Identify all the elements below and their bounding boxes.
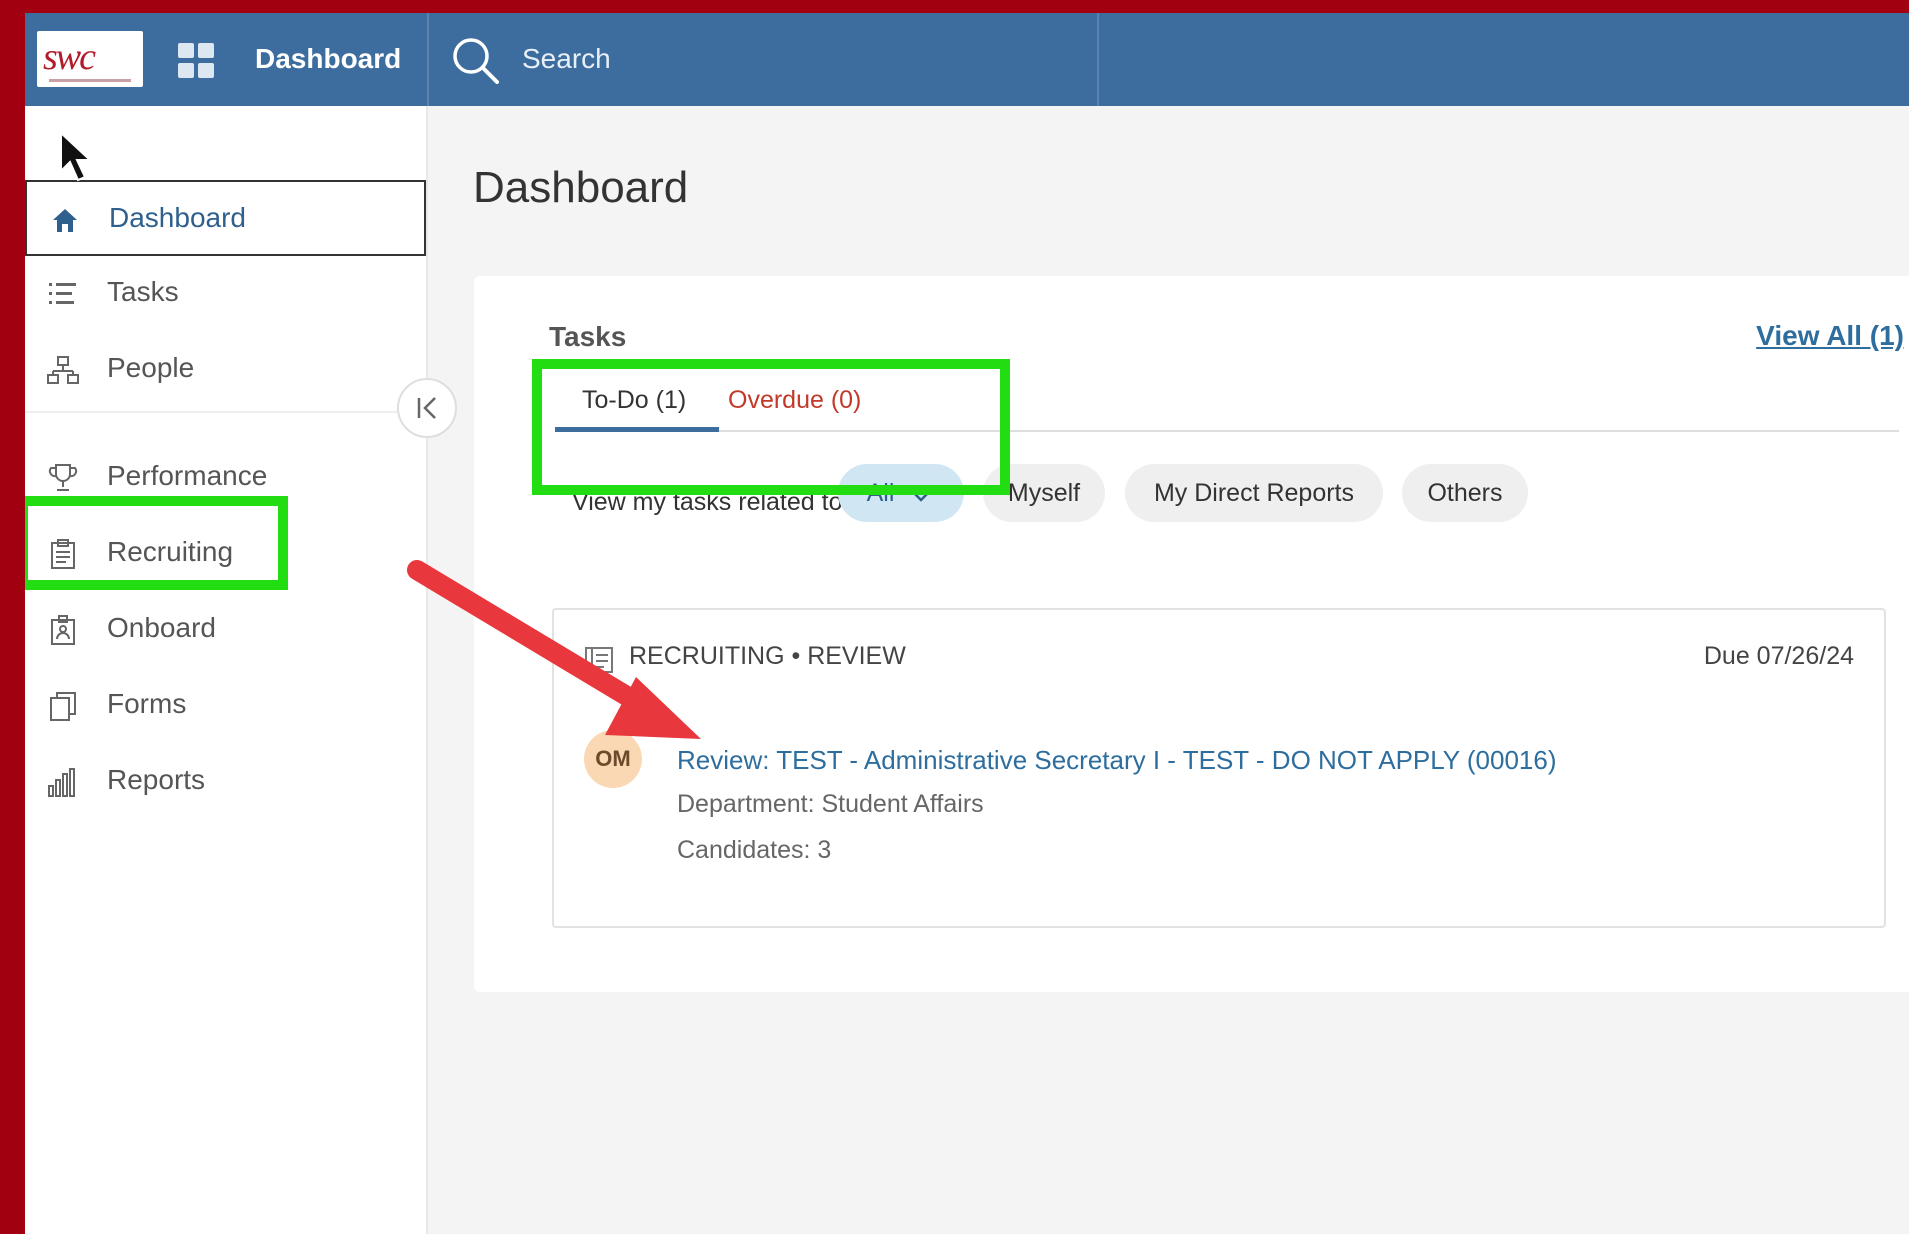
app-window: swc Dashboard Search Dashboard Tasks Peo… <box>25 13 1909 1234</box>
annotation-arrow <box>407 560 701 739</box>
mouse-cursor-icon <box>60 131 93 182</box>
